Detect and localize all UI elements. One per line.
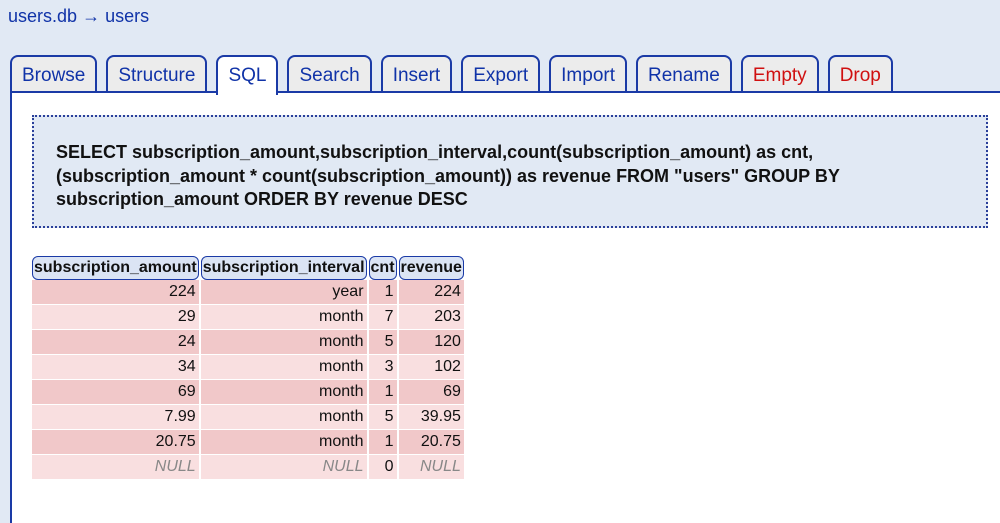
cell-subscription-amount: 224 <box>32 280 199 305</box>
tab-structure[interactable]: Structure <box>106 55 208 93</box>
cell-subscription-amount: 7.99 <box>32 405 199 430</box>
cell-revenue: 69 <box>398 380 464 405</box>
tab-rename[interactable]: Rename <box>636 55 732 93</box>
cell-subscription-interval: NULL <box>200 455 367 480</box>
cell-cnt: 5 <box>368 330 397 355</box>
tab-search[interactable]: Search <box>287 55 372 93</box>
cell-cnt: 7 <box>368 305 397 330</box>
content-panel: SELECT subscription_amount,subscription_… <box>10 91 1000 523</box>
column-header-subscription-amount[interactable]: subscription_amount <box>32 256 199 280</box>
tab-insert[interactable]: Insert <box>380 55 453 93</box>
cell-cnt: 1 <box>368 430 397 455</box>
cell-cnt: 0 <box>368 455 397 480</box>
table-row: 20.75 month 1 20.75 <box>32 430 464 455</box>
column-header-cnt[interactable]: cnt <box>368 256 397 280</box>
table-row: 24 month 5 120 <box>32 330 464 355</box>
cell-revenue: 102 <box>398 355 464 380</box>
results-table: subscription_amount subscription_interval… <box>30 256 466 480</box>
cell-subscription-amount: NULL <box>32 455 199 480</box>
table-row: 34 month 3 102 <box>32 355 464 380</box>
tab-export[interactable]: Export <box>461 55 541 93</box>
cell-cnt: 5 <box>368 405 397 430</box>
cell-cnt: 3 <box>368 355 397 380</box>
cell-subscription-interval: month <box>200 380 367 405</box>
tab-browse[interactable]: Browse <box>10 55 98 93</box>
cell-revenue: 120 <box>398 330 464 355</box>
table-row: 7.99 month 5 39.95 <box>32 405 464 430</box>
cell-subscription-interval: month <box>200 355 367 380</box>
tab-drop[interactable]: Drop <box>827 55 893 93</box>
table-row: 224 year 1 224 <box>32 280 464 305</box>
tab-bar: Browse Structure SQL Search Insert Export Impo… <box>10 55 893 95</box>
table-row: 29 month 7 203 <box>32 305 464 330</box>
column-header-subscription-interval[interactable]: subscription_interval <box>200 256 367 280</box>
tab-sql[interactable]: SQL <box>216 55 279 95</box>
breadcrumb-table-link[interactable]: users <box>105 6 149 26</box>
table-row: NULL NULL 0 NULL <box>32 455 464 480</box>
breadcrumb-arrow: → <box>82 6 101 26</box>
cell-revenue: NULL <box>398 455 464 480</box>
breadcrumb-database-link[interactable]: users.db <box>8 6 77 26</box>
column-header-revenue[interactable]: revenue <box>398 256 464 280</box>
cell-subscription-interval: month <box>200 430 367 455</box>
cell-revenue: 224 <box>398 280 464 305</box>
cell-cnt: 1 <box>368 380 397 405</box>
cell-revenue: 20.75 <box>398 430 464 455</box>
table-row: 69 month 1 69 <box>32 380 464 405</box>
tab-empty[interactable]: Empty <box>740 55 819 93</box>
sql-query-box: SELECT subscription_amount,subscription_… <box>32 115 988 228</box>
cell-subscription-amount: 29 <box>32 305 199 330</box>
cell-subscription-interval: month <box>200 330 367 355</box>
cell-subscription-amount: 20.75 <box>32 430 199 455</box>
cell-subscription-amount: 34 <box>32 355 199 380</box>
cell-subscription-interval: year <box>200 280 367 305</box>
cell-subscription-interval: month <box>200 305 367 330</box>
tab-import[interactable]: Import <box>549 55 627 93</box>
cell-subscription-amount: 69 <box>32 380 199 405</box>
cell-subscription-interval: month <box>200 405 367 430</box>
cell-revenue: 203 <box>398 305 464 330</box>
cell-cnt: 1 <box>368 280 397 305</box>
cell-revenue: 39.95 <box>398 405 464 430</box>
breadcrumb: users.db → users <box>8 6 149 27</box>
results-header-row: subscription_amount subscription_interval… <box>32 256 464 280</box>
cell-subscription-amount: 24 <box>32 330 199 355</box>
